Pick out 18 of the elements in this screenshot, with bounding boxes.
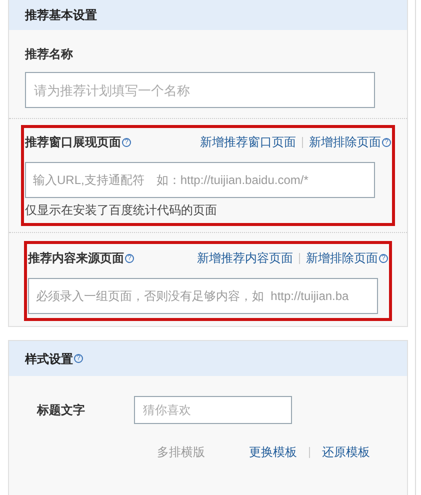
add-page-link[interactable]: 新增推荐窗口页面	[200, 133, 296, 151]
change-template-link[interactable]: 更换模板	[249, 443, 297, 461]
title-input-field[interactable]: 猜你喜欢	[134, 396, 292, 424]
url-input-field[interactable]: 输入URL,支持通配符 如：http://tuijian.baidu.com/*	[25, 162, 375, 198]
add-exclude-link[interactable]: 新增排除页面	[309, 133, 381, 151]
section-label: 推荐内容来源页面	[28, 250, 124, 267]
name-input-field[interactable]: 请为推荐计划填写一个名称	[25, 72, 375, 108]
layout-name: 多排横版	[157, 444, 206, 461]
restore-template-link[interactable]: 还原模板	[322, 443, 370, 461]
add-exclude-link[interactable]: 新增排除页面	[306, 249, 378, 267]
field-label: 标题文字	[37, 402, 86, 419]
panel-title: 样式设置	[25, 350, 73, 368]
field-label: 推荐名称	[25, 46, 74, 61]
panel-title: 推荐基本设置	[25, 7, 97, 24]
section-label: 推荐窗口展现页面	[25, 134, 121, 151]
add-page-link[interactable]: 新增推荐内容页面	[197, 249, 293, 267]
url-input-field[interactable]: 必须录入一组页面，否则没有足够内容，如 http://tuijian.ba	[28, 278, 378, 314]
hint-text: 仅显示在安装了百度统计代码的页面	[25, 202, 218, 219]
